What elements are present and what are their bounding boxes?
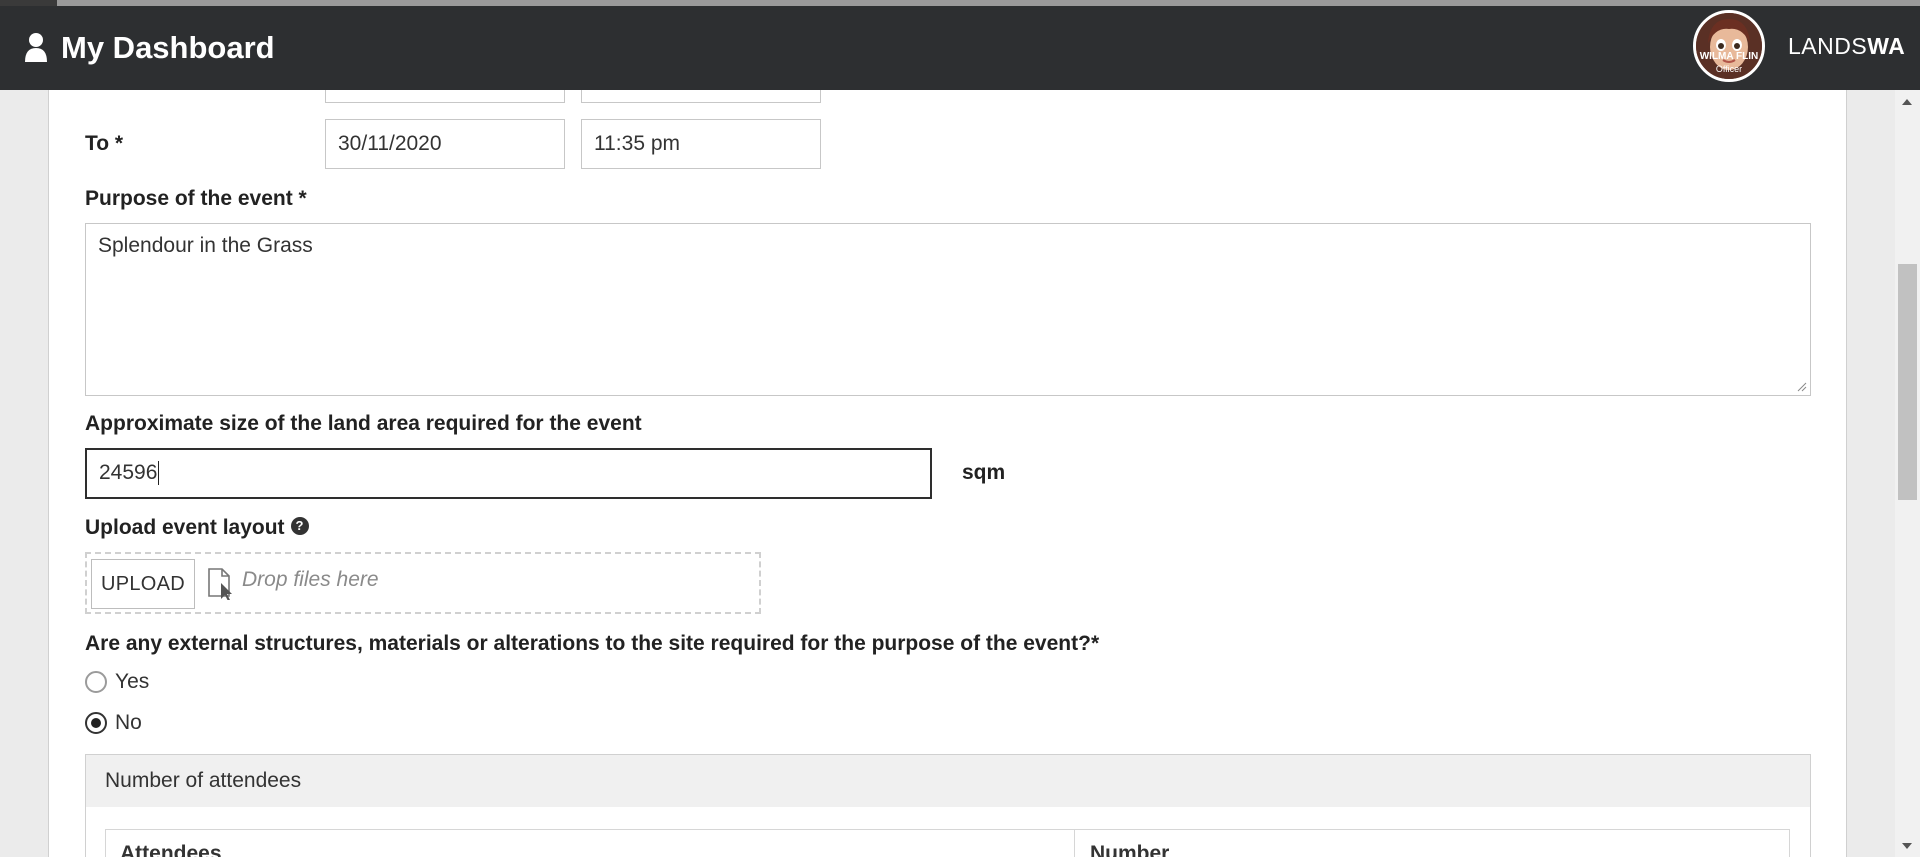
- question-circle-icon[interactable]: ?: [290, 517, 309, 536]
- avatar-name: WILMA FLIN: [1699, 51, 1759, 62]
- radio-yes[interactable]: [85, 671, 107, 693]
- area-unit: sqm: [962, 461, 1006, 484]
- area-label: Approximate size of the land area requir…: [85, 412, 642, 435]
- brand-bold-text: WA: [1867, 33, 1906, 59]
- upload-layout-text: Upload event layout: [85, 516, 285, 539]
- drop-files-placeholder: Drop files here: [242, 568, 379, 591]
- column-divider: [1074, 830, 1075, 857]
- purpose-textarea[interactable]: Splendour in the Grass: [85, 223, 1811, 396]
- upload-layout-label: Upload event layout?: [85, 514, 309, 542]
- form-panel: To * 30/11/2020 11:35 pm Purpose of the …: [48, 90, 1847, 857]
- attendees-table: Attendees Number: [105, 829, 1790, 857]
- scroll-down-arrow-icon[interactable]: [1902, 843, 1912, 849]
- scroll-up-arrow-icon[interactable]: [1902, 99, 1912, 105]
- resize-grip-icon[interactable]: [1797, 382, 1807, 392]
- brand-light-text: LANDS: [1788, 33, 1868, 59]
- number-column-header: Number: [1090, 842, 1170, 857]
- radio-no-label[interactable]: No: [115, 709, 142, 737]
- to-label: To *: [85, 132, 124, 155]
- page-loading-strip: [0, 0, 1920, 6]
- area-size-input[interactable]: 24596: [85, 448, 932, 499]
- file-dropzone[interactable]: UPLOAD Drop files here: [85, 552, 761, 614]
- area-size-value: 24596: [99, 461, 158, 484]
- structures-question-text: Are any external structures, materials o…: [85, 632, 1091, 655]
- to-time-field[interactable]: 11:35 pm: [581, 119, 821, 169]
- attendees-section-header: Number of attendees: [86, 755, 1810, 807]
- text-caret: [158, 461, 160, 486]
- required-asterisk: *: [1090, 632, 1100, 655]
- file-drop-icon: [208, 568, 232, 600]
- brand-logo[interactable]: LANDSWA: [1788, 31, 1905, 61]
- upload-button[interactable]: UPLOAD: [91, 559, 195, 609]
- to-date-field[interactable]: 30/11/2020: [325, 119, 565, 169]
- attendees-column-header: Attendees: [120, 842, 222, 857]
- scrollbar-thumb[interactable]: [1898, 264, 1917, 500]
- top-navigation-bar: My Dashboard WILMA FLIN Officer LANDSWA: [0, 6, 1920, 90]
- avatar-role: Officer: [1715, 64, 1743, 74]
- vertical-scrollbar[interactable]: [1895, 90, 1920, 857]
- user-avatar[interactable]: WILMA FLIN Officer: [1693, 10, 1765, 82]
- from-time-field[interactable]: [581, 90, 821, 103]
- user-icon: [25, 33, 47, 62]
- radio-yes-label[interactable]: Yes: [115, 668, 149, 696]
- purpose-label: Purpose of the event *: [85, 187, 307, 210]
- from-date-field[interactable]: [325, 90, 565, 103]
- structures-question: Are any external structures, materials o…: [85, 630, 1099, 658]
- radio-no[interactable]: [85, 712, 107, 734]
- attendees-section: Number of attendees Attendees Number: [85, 754, 1811, 857]
- dashboard-title[interactable]: My Dashboard: [61, 26, 275, 70]
- loading-segment: [0, 0, 57, 6]
- purpose-text: Splendour in the Grass: [98, 234, 313, 257]
